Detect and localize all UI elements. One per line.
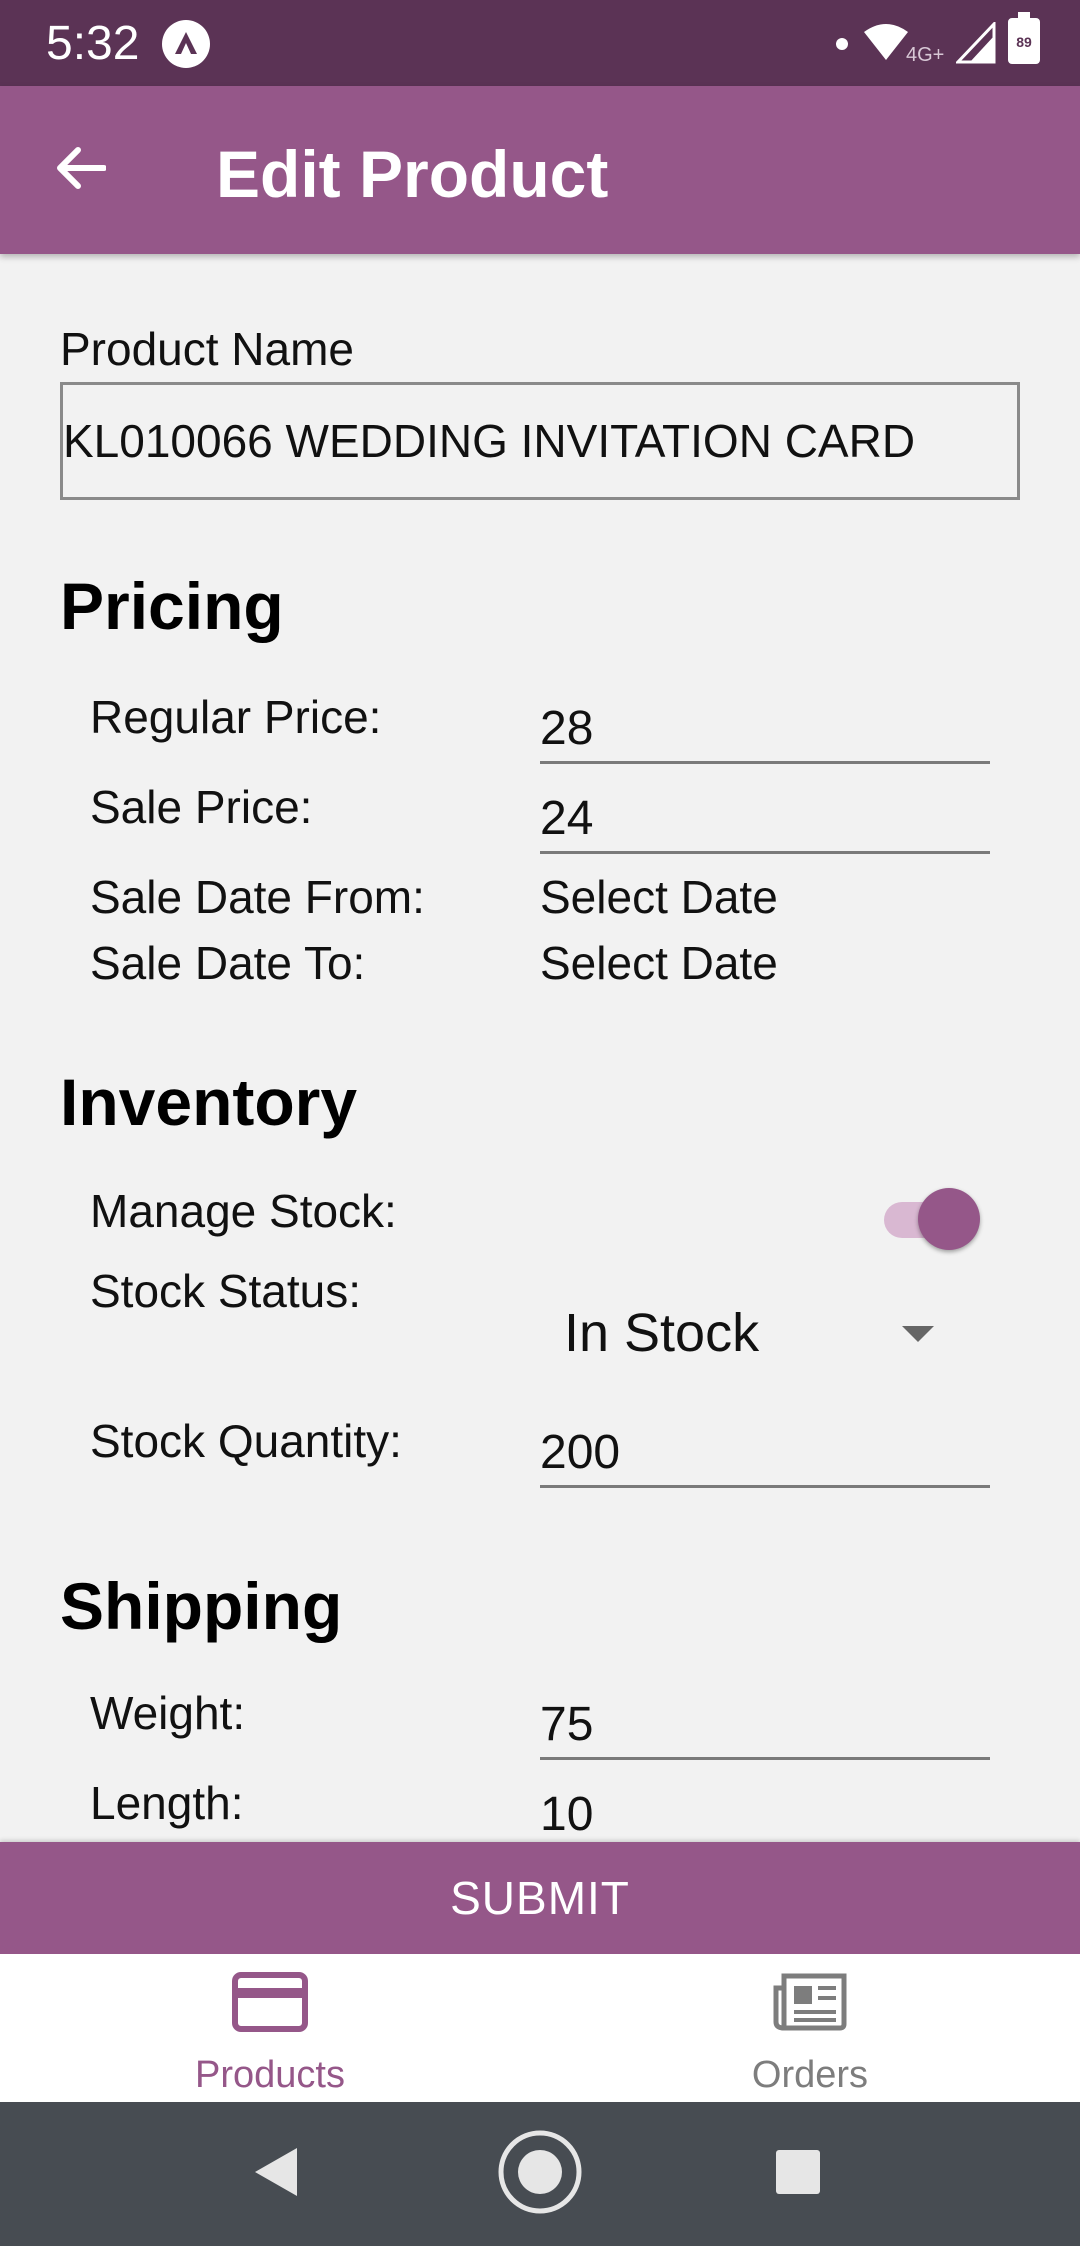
- length-input[interactable]: 10: [540, 1780, 990, 1850]
- manage-stock-toggle[interactable]: [880, 1186, 980, 1250]
- newspaper-icon: [772, 1972, 848, 2037]
- system-back-button[interactable]: [234, 2132, 318, 2216]
- pricing-section-title: Pricing: [60, 569, 284, 643]
- regular-price-input[interactable]: 28: [540, 694, 990, 764]
- product-name-label: Product Name: [60, 323, 355, 375]
- stock-quantity-label: Stock Quantity:: [90, 1415, 402, 1467]
- sale-date-to-picker[interactable]: Select Date: [540, 936, 778, 990]
- wifi-icon: [862, 22, 910, 67]
- regular-price-label: Regular Price:: [90, 691, 382, 743]
- arrow-left-icon: [54, 146, 107, 195]
- signal-icon: [954, 20, 996, 69]
- nav-item-products[interactable]: Products: [0, 1954, 540, 2102]
- inventory-section-title: Inventory: [60, 1065, 358, 1139]
- shipping-section-title: Shipping: [60, 1569, 343, 1643]
- circle-home-icon: [498, 2130, 582, 2219]
- bottom-navigation: Products Orders: [0, 1954, 1080, 2102]
- battery-level: 89: [1016, 34, 1032, 50]
- system-home-button[interactable]: [498, 2130, 582, 2219]
- system-navigation-bar: [0, 2102, 1080, 2246]
- sale-date-from-label: Sale Date From:: [90, 871, 425, 923]
- triangle-back-icon: [253, 2146, 299, 2203]
- nav-label-products: Products: [195, 2054, 345, 2096]
- stock-quantity-input[interactable]: 200: [540, 1418, 990, 1488]
- stock-status-dropdown[interactable]: In Stock: [540, 1290, 990, 1380]
- app-notification-icon: [162, 20, 210, 68]
- notification-dot-icon: [836, 38, 848, 50]
- weight-input[interactable]: 75: [540, 1690, 990, 1760]
- caret-down-icon: [900, 1324, 936, 1349]
- product-name-input[interactable]: KL010066 WEDDING INVITATION CARD: [60, 382, 1020, 500]
- network-type-label: 4G+: [906, 44, 945, 66]
- app-bar: Edit Product: [0, 86, 1080, 254]
- square-recents-icon: [775, 2149, 821, 2200]
- sale-price-input[interactable]: 24: [540, 784, 990, 854]
- page-title: Edit Product: [216, 137, 609, 211]
- sale-price-label: Sale Price:: [90, 781, 313, 833]
- stock-status-value: In Stock: [564, 1303, 760, 1363]
- credit-card-icon: [232, 1972, 308, 2037]
- sale-date-to-label: Sale Date To:: [90, 937, 366, 989]
- battery-icon: 89: [1008, 12, 1040, 64]
- nav-item-orders[interactable]: Orders: [540, 1954, 1080, 2102]
- submit-button[interactable]: SUBMIT: [0, 1842, 1080, 1954]
- status-time: 5:32: [46, 17, 140, 70]
- toggle-thumb: [918, 1188, 980, 1250]
- stock-status-label: Stock Status:: [90, 1265, 362, 1317]
- weight-label: Weight:: [90, 1687, 246, 1739]
- back-button[interactable]: [40, 130, 120, 210]
- sale-date-from-picker[interactable]: Select Date: [540, 870, 778, 924]
- nav-label-orders: Orders: [751, 2054, 869, 2096]
- status-bar: 5:32 4G+ 89: [0, 0, 1080, 86]
- length-label: Length:: [90, 1777, 244, 1829]
- manage-stock-label: Manage Stock:: [90, 1185, 397, 1237]
- system-recents-button[interactable]: [756, 2132, 840, 2216]
